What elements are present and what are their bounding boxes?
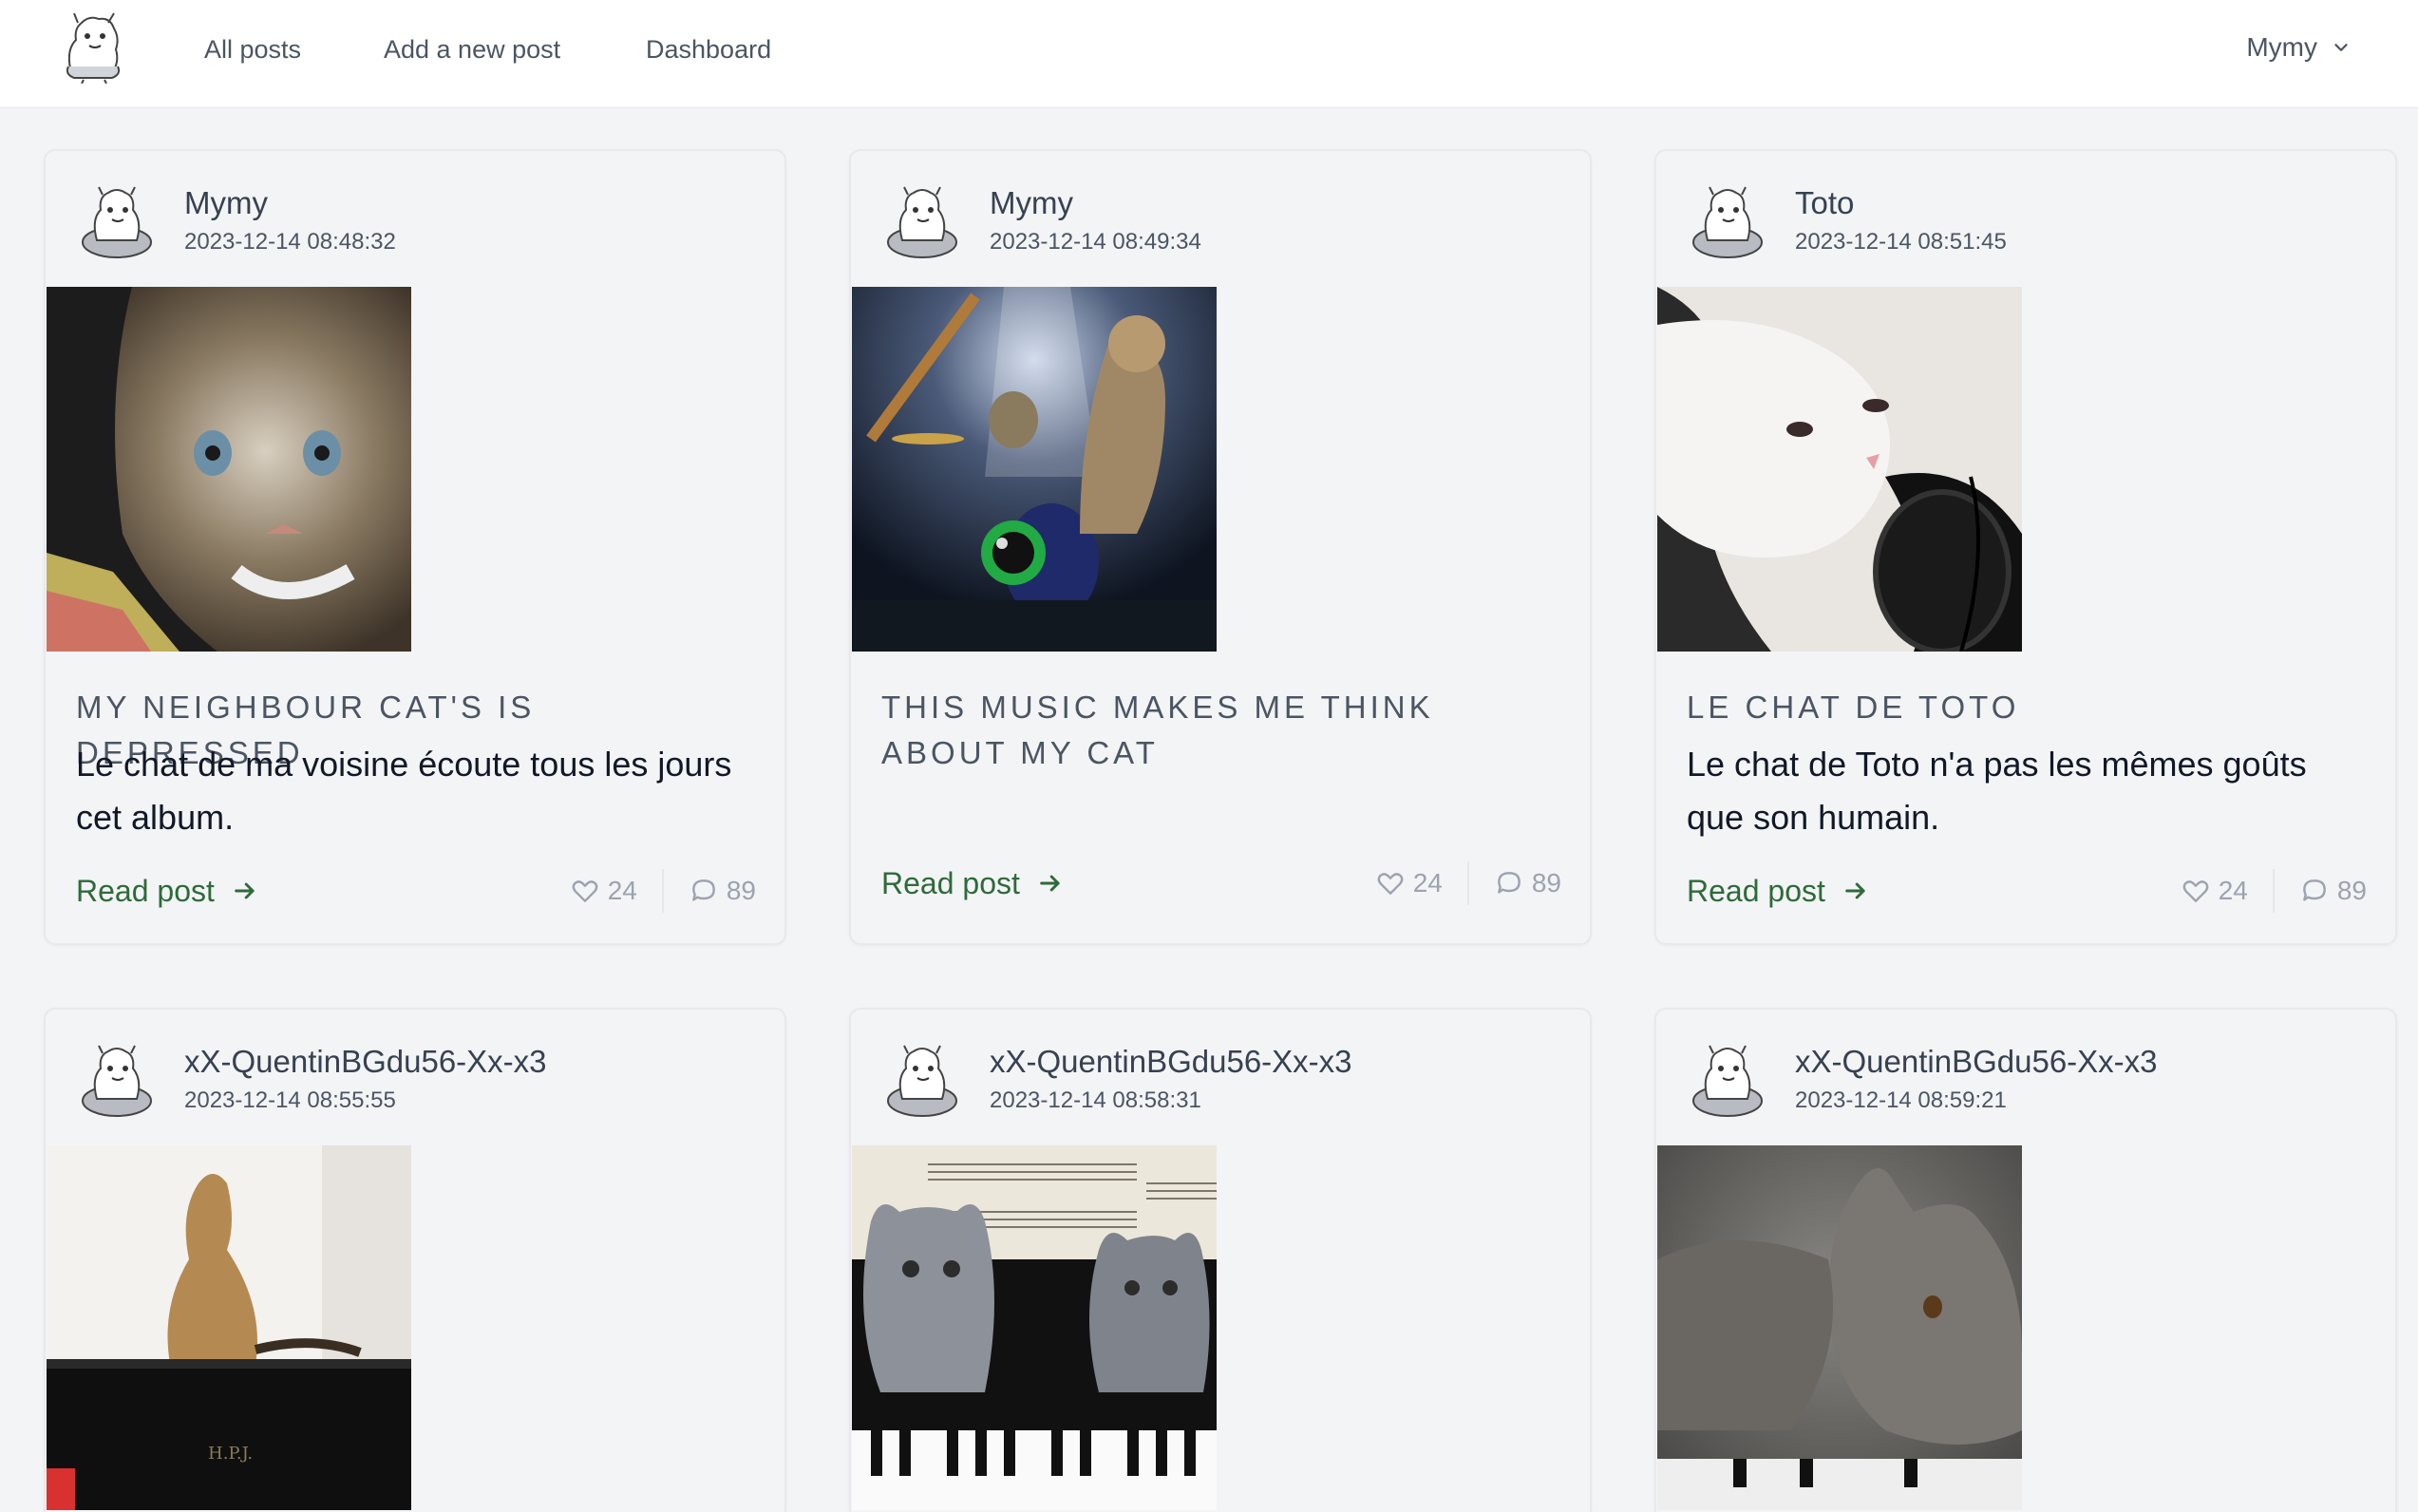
post-card: Mymy 2023-12-14 08:48:32 My neighbour ca…: [44, 149, 786, 945]
post-card: xX-QuentinBGdu56-Xx-x3 2023-12-14 08:55:…: [44, 1008, 786, 1512]
arrow-right-icon: [1845, 882, 1865, 899]
card-header: Mymy 2023-12-14 08:49:34: [851, 151, 1590, 284]
post-date: 2023-12-14 08:48:32: [184, 229, 396, 255]
svg-text:H.P.J.: H.P.J.: [208, 1444, 253, 1464]
post-description: Le chat de ma voisine écoute tous les jo…: [76, 745, 732, 837]
user-menu[interactable]: Mymy: [2246, 28, 2352, 66]
post-description: Le chat de Toto n'a pas les mêmes goûts …: [1687, 745, 2307, 837]
post-image[interactable]: [852, 1145, 1217, 1510]
like-button[interactable]: 24: [2181, 876, 2248, 906]
stats-divider: [1466, 861, 1469, 905]
stats-divider: [661, 869, 664, 913]
post-author[interactable]: Mymy: [184, 185, 268, 221]
post-card: Toto 2023-12-14 08:51:45 Le chat de Toto…: [1654, 149, 2397, 945]
like-button[interactable]: 24: [570, 876, 637, 906]
avatar: [883, 1042, 961, 1120]
read-post-link[interactable]: Read post: [1687, 874, 1869, 909]
logo-icon[interactable]: [61, 11, 125, 85]
card-header: xX-QuentinBGdu56-Xx-x3 2023-12-14 08:58:…: [851, 1010, 1590, 1143]
post-author[interactable]: xX-QuentinBGdu56-Xx-x3: [990, 1044, 1352, 1080]
stats-divider: [2272, 869, 2275, 913]
post-author[interactable]: Toto: [1795, 185, 1854, 221]
avatar: [78, 183, 156, 261]
post-image[interactable]: [1657, 287, 2022, 652]
post-stats: 24 89: [2181, 869, 2367, 913]
read-post-link[interactable]: Read post: [881, 866, 1064, 901]
post-card: xX-QuentinBGdu56-Xx-x3 2023-12-14 08:58:…: [849, 1008, 1592, 1512]
card-header: xX-QuentinBGdu56-Xx-x3 2023-12-14 08:59:…: [1656, 1010, 2395, 1143]
card-footer: Read post 24 89: [1687, 867, 2367, 915]
like-count: 24: [1412, 868, 1443, 898]
comment-button[interactable]: 89: [2299, 876, 2367, 906]
comment-count: 89: [726, 876, 756, 905]
post-image[interactable]: [47, 287, 411, 652]
post-stats: 24 89: [570, 869, 756, 913]
avatar: [883, 183, 961, 261]
user-menu-name: Mymy: [2246, 32, 2317, 62]
post-title: Le chat de Toto: [1687, 690, 2020, 725]
post-author[interactable]: Mymy: [990, 185, 1073, 221]
read-post-label: Read post: [881, 865, 1020, 900]
card-header: Toto 2023-12-14 08:51:45: [1656, 151, 2395, 284]
card-footer: Read post 24 89: [881, 860, 1561, 907]
nav-all-posts[interactable]: All posts: [204, 32, 301, 66]
post-description: Il est hyperactif: [881, 932, 1565, 943]
comment-icon: [691, 879, 715, 901]
post-image[interactable]: [1657, 1145, 2022, 1510]
post-card: Mymy 2023-12-14 08:49:34 This music make…: [849, 149, 1592, 945]
heart-icon: [2182, 880, 2209, 902]
chevron-down-icon: [2334, 44, 2348, 51]
nav-dashboard[interactable]: Dashboard: [646, 32, 771, 66]
like-count: 24: [2218, 876, 2248, 905]
heart-icon: [572, 880, 598, 902]
post-date: 2023-12-14 08:51:45: [1795, 229, 2007, 255]
post-author[interactable]: xX-QuentinBGdu56-Xx-x3: [184, 1044, 547, 1080]
read-post-label: Read post: [1687, 873, 1825, 908]
post-author[interactable]: xX-QuentinBGdu56-Xx-x3: [1795, 1044, 2158, 1080]
post-date: 2023-12-14 08:59:21: [1795, 1087, 2007, 1113]
comment-button[interactable]: 89: [1494, 868, 1561, 898]
read-post-link[interactable]: Read post: [76, 874, 258, 909]
card-header: Mymy 2023-12-14 08:48:32: [46, 151, 784, 284]
card-footer: Read post 24 89: [76, 867, 756, 915]
comment-icon: [2302, 879, 2326, 901]
comment-count: 89: [2336, 876, 2367, 905]
post-card: xX-QuentinBGdu56-Xx-x3 2023-12-14 08:59:…: [1654, 1008, 2397, 1512]
avatar: [1689, 183, 1766, 261]
post-title: This music makes me think about my cat: [881, 690, 1434, 770]
post-date: 2023-12-14 08:49:34: [990, 229, 1201, 255]
like-button[interactable]: 24: [1375, 868, 1443, 898]
post-image[interactable]: H.P.J.: [47, 1145, 411, 1510]
heart-icon: [1377, 873, 1404, 895]
read-post-label: Read post: [76, 873, 215, 908]
like-count: 24: [607, 876, 637, 905]
nav-add-post[interactable]: Add a new post: [384, 32, 560, 66]
comment-button[interactable]: 89: [689, 876, 756, 906]
arrow-right-icon: [235, 882, 255, 899]
avatar: [78, 1042, 156, 1120]
post-date: 2023-12-14 08:55:55: [184, 1087, 396, 1113]
arrow-right-icon: [1040, 875, 1060, 892]
card-header: xX-QuentinBGdu56-Xx-x3 2023-12-14 08:55:…: [46, 1010, 784, 1143]
top-navbar: All posts Add a new post Dashboard Mymy: [0, 0, 2418, 108]
post-image[interactable]: [852, 287, 1217, 652]
comment-icon: [1497, 872, 1521, 894]
comment-count: 89: [1531, 868, 1561, 898]
post-date: 2023-12-14 08:58:31: [990, 1087, 1201, 1113]
avatar: [1689, 1042, 1766, 1120]
post-stats: 24 89: [1375, 861, 1561, 905]
